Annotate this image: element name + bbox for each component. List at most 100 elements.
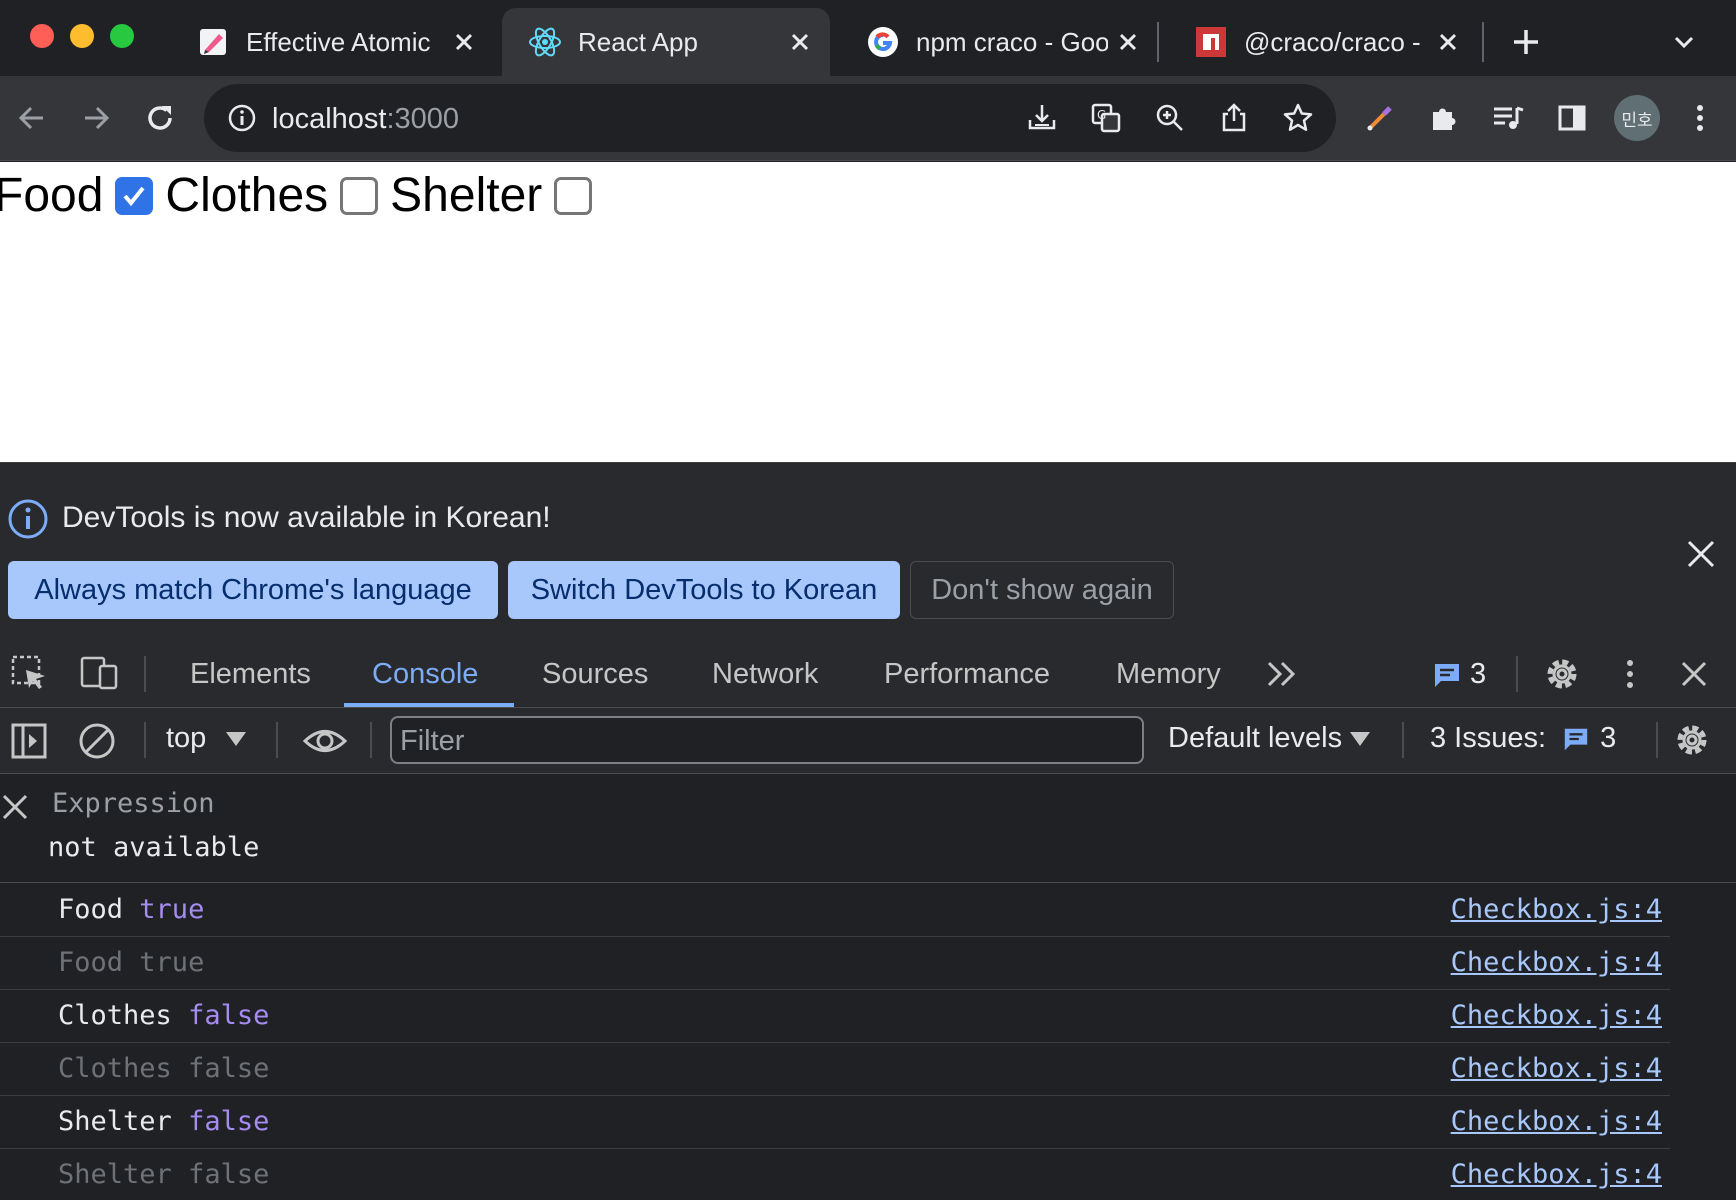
extensions-button[interactable] bbox=[1420, 94, 1468, 142]
log-message: Clothes false bbox=[58, 1000, 269, 1031]
checkbox-clothes[interactable] bbox=[340, 176, 379, 215]
issues-button[interactable]: 3 Issues: 3 bbox=[1430, 722, 1616, 755]
tab-divider bbox=[1482, 22, 1484, 62]
log-message: Clothes false bbox=[58, 1053, 269, 1084]
puzzle-icon bbox=[1433, 108, 1456, 130]
devtools-tabbar: Elements Console Sources Network Perform… bbox=[0, 640, 1736, 708]
log-source-link[interactable]: Checkbox.js:4 bbox=[1451, 1000, 1662, 1031]
checkbox-food[interactable] bbox=[115, 176, 154, 215]
arrow-left-icon bbox=[18, 106, 43, 130]
caret-down-icon bbox=[1350, 731, 1371, 746]
tab-elements[interactable]: Elements bbox=[190, 640, 311, 708]
window-zoom-button[interactable] bbox=[110, 24, 134, 48]
close-icon[interactable] bbox=[780, 22, 820, 62]
issues-count: 3 bbox=[1600, 722, 1617, 754]
more-tabs-icon[interactable] bbox=[1266, 660, 1300, 688]
tab-title: Effective Atomic bbox=[246, 26, 431, 57]
switch-to-korean-button[interactable]: Switch DevTools to Korean bbox=[508, 561, 900, 619]
share-icon[interactable] bbox=[1218, 102, 1250, 134]
filter-input[interactable] bbox=[400, 724, 1130, 758]
tab-title: @craco/craco - r bbox=[1244, 26, 1428, 57]
tab-memory[interactable]: Memory bbox=[1116, 640, 1221, 708]
dont-show-again-button[interactable]: Don't show again bbox=[910, 561, 1174, 619]
remove-expression-icon[interactable] bbox=[2, 794, 28, 820]
devtools-language-infobar: DevTools is now available in Korean! Alw… bbox=[0, 462, 1736, 640]
star-icon[interactable] bbox=[1282, 102, 1314, 134]
browser-toolbar: localhost:3000 G 민호 bbox=[0, 76, 1736, 161]
media-controls-button[interactable] bbox=[1484, 94, 1532, 142]
plus-icon bbox=[1514, 30, 1538, 54]
log-source-link[interactable]: Checkbox.js:4 bbox=[1451, 947, 1662, 978]
console-settings-gear-icon[interactable] bbox=[1672, 720, 1712, 760]
url-text[interactable]: localhost:3000 bbox=[272, 103, 459, 136]
device-toolbar-icon[interactable] bbox=[78, 654, 120, 692]
sidebar-toggle-icon[interactable] bbox=[10, 722, 48, 760]
tab-search-button[interactable] bbox=[1660, 18, 1708, 66]
log-message: Food true bbox=[58, 947, 204, 978]
close-icon[interactable] bbox=[1428, 22, 1468, 62]
inspect-element-icon[interactable] bbox=[10, 654, 48, 692]
console-log-row: Clothes false Checkbox.js:4 bbox=[0, 1043, 1670, 1096]
side-panel-button[interactable] bbox=[1548, 94, 1596, 142]
reload-icon bbox=[148, 106, 172, 130]
color-picker-extension-button[interactable] bbox=[1356, 94, 1404, 142]
settings-gear-icon[interactable] bbox=[1542, 654, 1582, 694]
reload-button[interactable] bbox=[136, 94, 184, 142]
log-levels-dropdown[interactable]: Default levels bbox=[1168, 722, 1371, 755]
kebab-menu-icon[interactable] bbox=[1624, 656, 1636, 692]
tab-divider bbox=[1157, 22, 1159, 62]
checkbox-label-shelter: Shelter bbox=[390, 169, 543, 222]
message-icon bbox=[1435, 663, 1459, 687]
tab-performance[interactable]: Performance bbox=[884, 640, 1050, 708]
install-app-icon[interactable] bbox=[1026, 102, 1058, 134]
checkbox-shelter[interactable] bbox=[554, 176, 593, 215]
context-value: top bbox=[166, 722, 207, 754]
always-match-language-button[interactable]: Always match Chrome's language bbox=[8, 561, 498, 619]
zoom-icon[interactable] bbox=[1154, 102, 1186, 134]
back-button[interactable] bbox=[8, 94, 56, 142]
browser-tab-active[interactable]: React App bbox=[502, 8, 830, 76]
log-source-link[interactable]: Checkbox.js:4 bbox=[1451, 894, 1662, 925]
context-selector[interactable]: top bbox=[166, 722, 247, 755]
log-source-link[interactable]: Checkbox.js:4 bbox=[1451, 1106, 1662, 1137]
filter-field[interactable] bbox=[390, 716, 1144, 764]
close-icon[interactable] bbox=[1686, 539, 1716, 569]
log-source-link[interactable]: Checkbox.js:4 bbox=[1451, 1053, 1662, 1084]
translate-icon[interactable]: G bbox=[1090, 102, 1122, 134]
message-icon bbox=[1564, 728, 1588, 750]
divider bbox=[144, 656, 146, 692]
log-source-link[interactable]: Checkbox.js:4 bbox=[1451, 1159, 1662, 1190]
console-log-row: Clothes false Checkbox.js:4 bbox=[0, 990, 1670, 1043]
close-icon[interactable] bbox=[444, 22, 484, 62]
log-key: Shelter bbox=[58, 1106, 172, 1137]
browser-tab[interactable]: npm craco - Goo bbox=[840, 8, 1158, 76]
window-close-button[interactable] bbox=[30, 24, 54, 48]
divider bbox=[1656, 722, 1658, 758]
profile-avatar[interactable]: 민호 bbox=[1614, 95, 1660, 141]
clear-console-icon[interactable] bbox=[78, 722, 116, 760]
browser-tab[interactable]: @craco/craco - r bbox=[1168, 8, 1478, 76]
svg-text:G: G bbox=[1097, 108, 1106, 122]
new-tab-button[interactable] bbox=[1502, 18, 1550, 66]
issues-counter[interactable]: 3 bbox=[1432, 658, 1486, 691]
tab-network[interactable]: Network bbox=[712, 640, 818, 708]
log-levels-label: Default levels bbox=[1168, 722, 1343, 754]
browser-menu-button[interactable] bbox=[1676, 94, 1724, 142]
log-key: Shelter bbox=[58, 1159, 172, 1190]
tab-sources[interactable]: Sources bbox=[542, 640, 648, 708]
forward-button[interactable] bbox=[72, 94, 120, 142]
info-icon[interactable] bbox=[228, 104, 256, 132]
address-bar[interactable]: localhost:3000 G bbox=[204, 84, 1336, 152]
log-message: Shelter false bbox=[58, 1159, 269, 1190]
browser-tab[interactable]: Effective Atomic bbox=[170, 8, 494, 76]
issues-count: 3 bbox=[1470, 658, 1487, 690]
infobar-message: DevTools is now available in Korean! bbox=[62, 501, 551, 534]
close-icon[interactable] bbox=[1108, 22, 1148, 62]
log-message: Food true bbox=[58, 894, 204, 925]
tab-console[interactable]: Console bbox=[372, 640, 478, 708]
close-devtools-icon[interactable] bbox=[1680, 660, 1708, 688]
window-minimize-button[interactable] bbox=[70, 24, 94, 48]
kebab-menu-icon bbox=[1697, 105, 1703, 131]
eye-icon[interactable] bbox=[302, 722, 348, 760]
divider bbox=[144, 722, 146, 758]
